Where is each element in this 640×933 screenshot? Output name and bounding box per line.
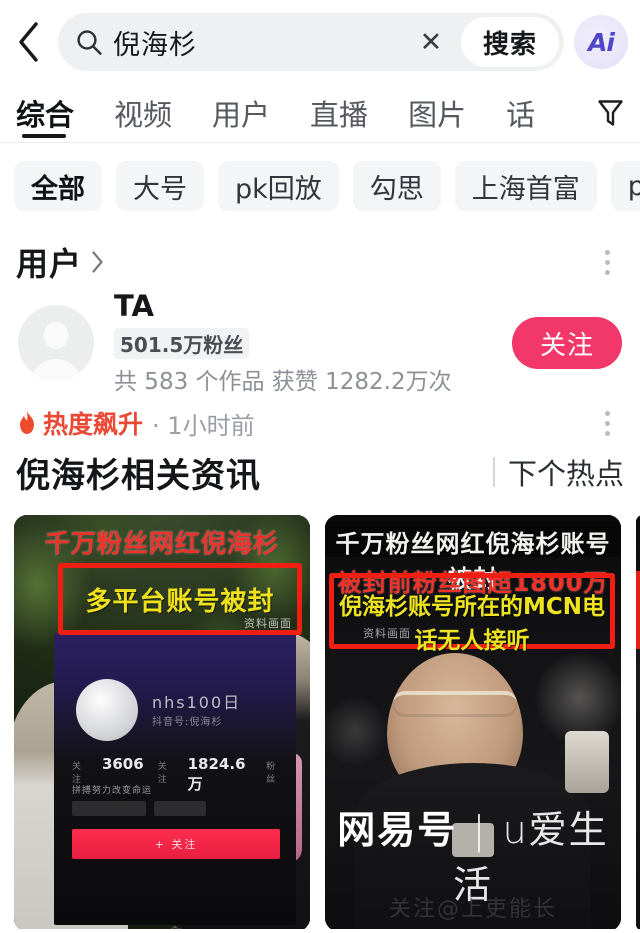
card-source-mark: 资料画面: [363, 627, 411, 640]
tab-comprehensive[interactable]: 综合: [16, 84, 94, 142]
news-card-1[interactable]: nhs100日 抖音号:倪海杉 关注 3606 关注 1824.6万 粉丝 拼搏…: [14, 515, 310, 929]
user-meta: TA 501.5万粉丝 共 583 个作品 获赞 1282.2万次: [114, 288, 512, 396]
filter-funnel-icon[interactable]: [591, 98, 626, 128]
card-highlight-text: 倪海杉账号所在的MCN电话无人接听: [338, 594, 606, 654]
hot-topic-title-row: 倪海杉相关资讯 下个热点: [0, 439, 640, 499]
hot-topic-card-row[interactable]: nhs100日 抖音号:倪海杉 关注 3606 关注 1824.6万 粉丝 拼搏…: [0, 499, 640, 929]
watermark-divider: |: [472, 808, 488, 852]
default-avatar-icon: [18, 305, 94, 381]
search-input[interactable]: 倪海杉: [113, 23, 401, 62]
vertical-divider: [492, 457, 495, 487]
panel-tags: [72, 801, 206, 816]
next-hot-label: 下个热点: [507, 457, 624, 491]
panel-stat-unit-2: 粉丝: [266, 762, 276, 785]
chevron-left-icon: [16, 21, 42, 63]
news-card-2[interactable]: 千万粉丝网红倪海杉账号被封 被封前粉丝图超1800万 倪海杉账号所在的MCN电话…: [325, 515, 621, 929]
back-button[interactable]: [6, 12, 52, 72]
hot-topic-time: · 1小时前: [152, 406, 255, 441]
card-overlay-text: 关注@上吏能长: [388, 897, 557, 922]
card-profile-panel: nhs100日 抖音号:倪海杉 关注 3606 关注 1824.6万 粉丝 拼搏…: [54, 633, 296, 929]
tab-label: 综合: [16, 98, 75, 132]
tab-label: 话: [506, 98, 536, 132]
tab-label: 视频: [114, 98, 173, 132]
top-search-bar: 倪海杉 ✕ 搜索 Ai: [0, 0, 640, 84]
chip-pk-replay[interactable]: pk回放: [218, 161, 339, 211]
panel-stat-value-2: 1824.6万: [187, 755, 246, 793]
panel-empty-icon: ⏱: [54, 923, 296, 929]
ai-icon: Ai: [588, 27, 615, 57]
panel-subtitle: 抖音号:倪海杉: [152, 717, 223, 728]
chip-shanghai-richest[interactable]: 上海首富: [454, 161, 597, 211]
fans-count-badge: 501.5万粉丝: [114, 328, 250, 360]
tab-live[interactable]: 直播: [290, 84, 388, 142]
fire-icon: [16, 410, 38, 436]
panel-follow-button: + 关注: [72, 829, 280, 859]
hot-topic-title: 倪海杉相关资讯: [16, 455, 261, 496]
ai-assistant-button[interactable]: Ai: [574, 15, 628, 69]
tab-user[interactable]: 用户: [192, 84, 290, 142]
card-person-glasses: [393, 691, 518, 717]
panel-nickname: nhs100日: [152, 693, 242, 712]
hot-topic-more-icon[interactable]: [592, 403, 622, 443]
hot-topic-header: 热度飙升 · 1小时前: [0, 393, 640, 441]
tab-topic[interactable]: 话: [486, 84, 539, 142]
card-highlight-text: 多平台账号被封: [85, 586, 275, 617]
separator-dot: ·: [152, 411, 160, 440]
user-stats-text: 共 583 个作品 获赞 1282.2万次: [114, 369, 452, 396]
tab-label: 直播: [310, 98, 369, 132]
search-bar[interactable]: 倪海杉 ✕ 搜索: [58, 13, 564, 71]
tab-bar: 综合 视频 用户 直播 图片 话: [0, 84, 640, 142]
tab-label: 用户: [212, 98, 271, 132]
chevron-right-icon[interactable]: [90, 250, 105, 274]
search-icon: [76, 29, 103, 56]
time-text: 1小时前: [167, 411, 255, 440]
news-card-3-peek[interactable]: [636, 515, 640, 929]
chip-all[interactable]: 全部: [14, 161, 102, 211]
tab-video[interactable]: 视频: [94, 84, 192, 142]
search-submit-button[interactable]: 搜索: [460, 17, 559, 67]
follow-button[interactable]: 关注: [511, 317, 622, 369]
chip-pk[interactable]: pk: [610, 161, 640, 211]
hot-trend-label: 热度飙升: [43, 410, 144, 439]
panel-stat-unit-1: 关注: [157, 762, 167, 785]
user-section-more-icon[interactable]: [592, 242, 622, 282]
tab-label: 图片: [408, 98, 467, 132]
user-result-row[interactable]: TA 501.5万粉丝 共 583 个作品 获赞 1282.2万次 关注: [0, 285, 640, 396]
tab-image[interactable]: 图片: [388, 84, 486, 142]
panel-bio: 拼搏努力改变命运: [72, 786, 153, 796]
next-hot-button[interactable]: 下个热点: [492, 451, 624, 493]
panel-stat-label-1: 关注: [72, 762, 82, 785]
filter-chip-row[interactable]: 全部 大号 pk回放 勾思 上海首富 pk: [0, 143, 640, 229]
watermark-brand: 网易号: [337, 808, 458, 852]
card-headline: 千万粉丝网红倪海杉: [44, 529, 279, 558]
section-title-user: 用户: [16, 245, 83, 283]
card-phone-prop: [565, 731, 609, 793]
user-section-header: 用户: [0, 229, 640, 285]
card-highlight-box: [636, 571, 640, 649]
panel-stat-value-1: 3606: [101, 755, 144, 773]
card-source-mark: 资料画面: [244, 617, 292, 630]
user-name: TA: [114, 288, 154, 323]
chip-dahao[interactable]: 大号: [116, 161, 204, 211]
chip-gousi[interactable]: 勾思: [352, 161, 441, 211]
clear-search-icon[interactable]: ✕: [411, 22, 451, 62]
panel-avatar-icon: [76, 679, 138, 741]
